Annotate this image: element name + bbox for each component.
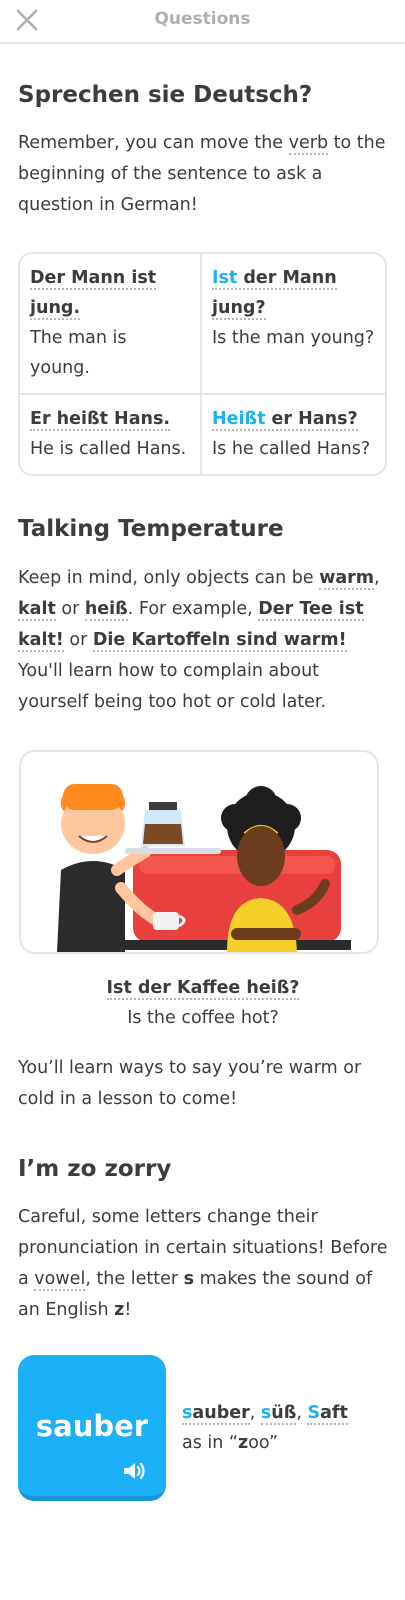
table-cell: Er heißt Hans. He is called Hans. [20,392,200,474]
section-heading-sprechen: Sprechen sie Deutsch? [18,82,313,108]
table-cell: Heißt er Hans? Is he called Hans? [200,392,385,474]
table-cell: Der Mann ist jung. The man is young. [20,254,200,393]
german-phrase[interactable]: Ist der Mann jung? [212,267,337,320]
letter-s: s [183,1268,195,1289]
word-heiss[interactable]: heiß [84,599,128,622]
term-verb[interactable]: verb [288,132,329,155]
as-in-text: as in “zoo” [182,1432,279,1453]
caption-english: Is the coffee hot? [127,1008,279,1029]
top-bar: Questions [0,0,405,44]
example-word[interactable]: süß [260,1402,297,1425]
word-warm[interactable]: warm [319,568,375,591]
tips-content: Sprechen sie Deutsch? Remember, you can … [18,82,388,1501]
section-intro-paragraph: Remember, you can move the verb to the b… [18,132,386,215]
english-translation: Is the man young? [212,327,375,348]
pronunciation-example-row: sauber sauber, süß, Saft as in “zoo” [18,1354,388,1501]
table-cell: Ist der Mann jung? Is the man young? [200,253,385,393]
coffee-illustration [19,750,379,955]
pronunciation-paragraph: Careful, some letters change their pronu… [18,1206,388,1320]
example-word[interactable]: sauber [182,1402,250,1425]
speaker-icon [124,1462,145,1479]
audio-card-word: sauber [35,1408,149,1443]
example-kartoffeln[interactable]: Die Kartoffeln sind warm! [92,630,347,653]
english-translation: He is called Hans. [30,438,187,459]
german-phrase[interactable]: Der Mann ist jung. [30,267,157,320]
caption-german[interactable]: Ist der Kaffee heiß? [106,978,300,1001]
illustration-caption: Ist der Kaffee heiß? Is the coffee hot? [18,973,388,1033]
letter-z: z [114,1299,125,1320]
english-translation: Is he called Hans? [212,438,371,459]
section-heading-zorry: I’m zo zorry [18,1156,172,1183]
section-heading-temperature: Talking Temperature [18,515,284,542]
term-vowel[interactable]: vowel [34,1268,86,1291]
german-phrase[interactable]: Er heißt Hans. [30,408,171,431]
coffee-scene-image [57,784,351,953]
example-words: sauber, süß, Saft as in “zoo” [182,1402,348,1453]
german-phrase[interactable]: Heißt er Hans? [212,408,358,431]
audio-card-button[interactable]: sauber [18,1354,166,1501]
page-title: Questions [154,9,251,29]
question-table: Der Mann ist jung. The man is young. Ist… [18,251,387,476]
english-translation: The man is young. [30,327,127,378]
word-kalt[interactable]: kalt [18,599,56,622]
temperature-outro: You’ll learn ways to say you’re warm or … [18,1058,362,1110]
example-word[interactable]: Saft [307,1402,348,1425]
temperature-paragraph: Keep in mind, only objects can be warm, … [18,568,380,713]
